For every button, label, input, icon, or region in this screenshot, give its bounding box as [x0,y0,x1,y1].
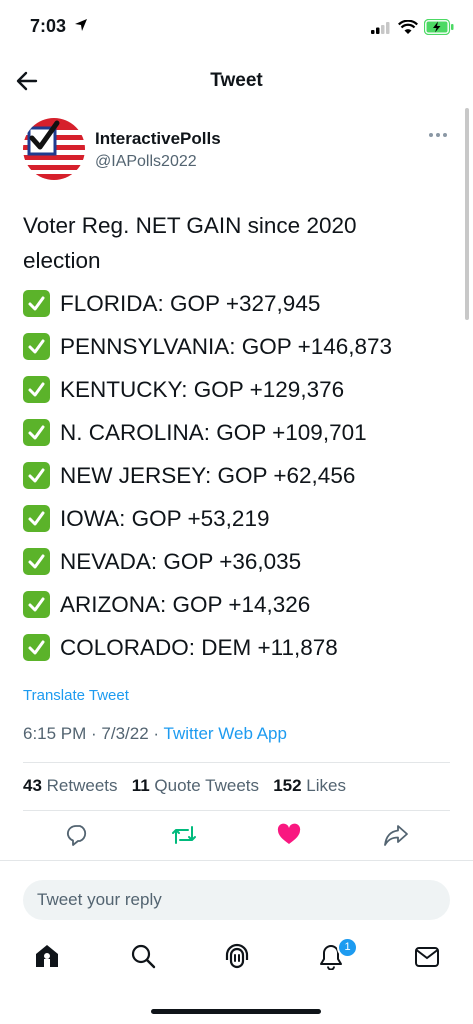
divider [0,860,473,861]
tweet-line: PENNSYLVANIA: GOP +146,873 [23,325,453,368]
divider [23,810,450,811]
heart-icon[interactable] [277,823,301,847]
author-handle[interactable]: @IAPolls2022 [95,153,197,171]
reply-placeholder: Tweet your reply [37,890,162,909]
tweet-line-text: NEW JERSEY: GOP +62,456 [60,463,356,488]
divider [23,762,450,763]
more-options-icon[interactable] [428,132,448,138]
tweet-line-text: PENNSYLVANIA: GOP +146,873 [60,334,393,359]
reply-input[interactable]: Tweet your reply [23,880,450,920]
search-icon[interactable] [130,943,156,969]
spaces-icon[interactable] [223,941,251,971]
scrollbar[interactable] [465,108,469,320]
tweet-line: IOWA: GOP +53,219 [23,497,453,540]
author-name[interactable]: InteractivePolls [95,129,221,149]
checkmark-icon [23,333,50,360]
checkmark-icon [23,548,50,575]
page-title: Tweet [210,70,263,91]
tweet-line: FLORIDA: GOP +327,945 [23,282,453,325]
tweet-line: NEW JERSEY: GOP +62,456 [23,454,453,497]
translate-tweet-link[interactable]: Translate Tweet [23,687,129,704]
reply-icon[interactable] [66,823,90,847]
tweet-text: Voter Reg. NET GAIN since 2020 election … [23,208,453,669]
tweet-meta: 6:15 PM · 7/3/22 · Twitter Web App [23,724,287,743]
tweet-line: N. CAROLINA: GOP +109,701 [23,411,453,454]
avatar[interactable] [23,118,85,180]
checkmark-icon [23,290,50,317]
messages-mail-icon[interactable] [414,946,440,968]
tweet-time: 6:15 PM [23,724,87,743]
tweet-line-text: NEVADA: GOP +36,035 [60,549,302,574]
tweet-line-text: ARIZONA: GOP +14,326 [60,592,311,617]
tweet-line-text: KENTUCKY: GOP +129,376 [60,377,345,402]
status-bar: 7:03 [0,0,473,56]
retweets-stat[interactable]: 43 Retweets [23,776,118,795]
battery-charging-icon [424,19,454,35]
wifi-icon [398,20,418,34]
checkmark-icon [23,419,50,446]
home-icon[interactable] [34,943,60,969]
checkmark-icon [23,462,50,489]
share-icon[interactable] [383,823,409,847]
tweet-intro: Voter Reg. NET GAIN since 2020 election [23,213,357,273]
header: Tweet [0,56,473,106]
cellular-signal-icon [371,22,390,34]
retweet-icon[interactable] [171,823,197,847]
tweet-stats: 43 Retweets 11 Quote Tweets 152 Likes [23,776,346,796]
tweet-date: 7/3/22 [101,724,149,743]
checkmark-icon [23,376,50,403]
location-arrow-icon [75,19,87,31]
tweet-line-text: COLORADO: DEM +11,878 [60,635,338,660]
tweet-line-text: N. CAROLINA: GOP +109,701 [60,420,367,445]
tweet-line: COLORADO: DEM +11,878 [23,626,453,669]
checkmark-icon [23,591,50,618]
tweet-source-link[interactable]: Twitter Web App [164,724,287,743]
quote-tweets-stat[interactable]: 11 Quote Tweets [132,776,259,795]
tweet-line: NEVADA: GOP +36,035 [23,540,453,583]
tweet-lines: FLORIDA: GOP +327,945 PENNSYLVANIA: GOP +… [23,282,453,669]
notifications-badge: 1 [337,937,358,958]
tweet-line-text: IOWA: GOP +53,219 [60,506,270,531]
home-indicator[interactable] [151,1009,321,1014]
checkmark-icon [23,505,50,532]
checkmark-icon [23,634,50,661]
status-time: 7:03 [30,16,67,36]
tweet-line-text: FLORIDA: GOP +327,945 [60,291,321,316]
tweet-line: ARIZONA: GOP +14,326 [23,583,453,626]
likes-stat[interactable]: 152 Likes [273,776,346,795]
interactivepolls-logo-icon [23,118,85,180]
tweet-line: KENTUCKY: GOP +129,376 [23,368,453,411]
